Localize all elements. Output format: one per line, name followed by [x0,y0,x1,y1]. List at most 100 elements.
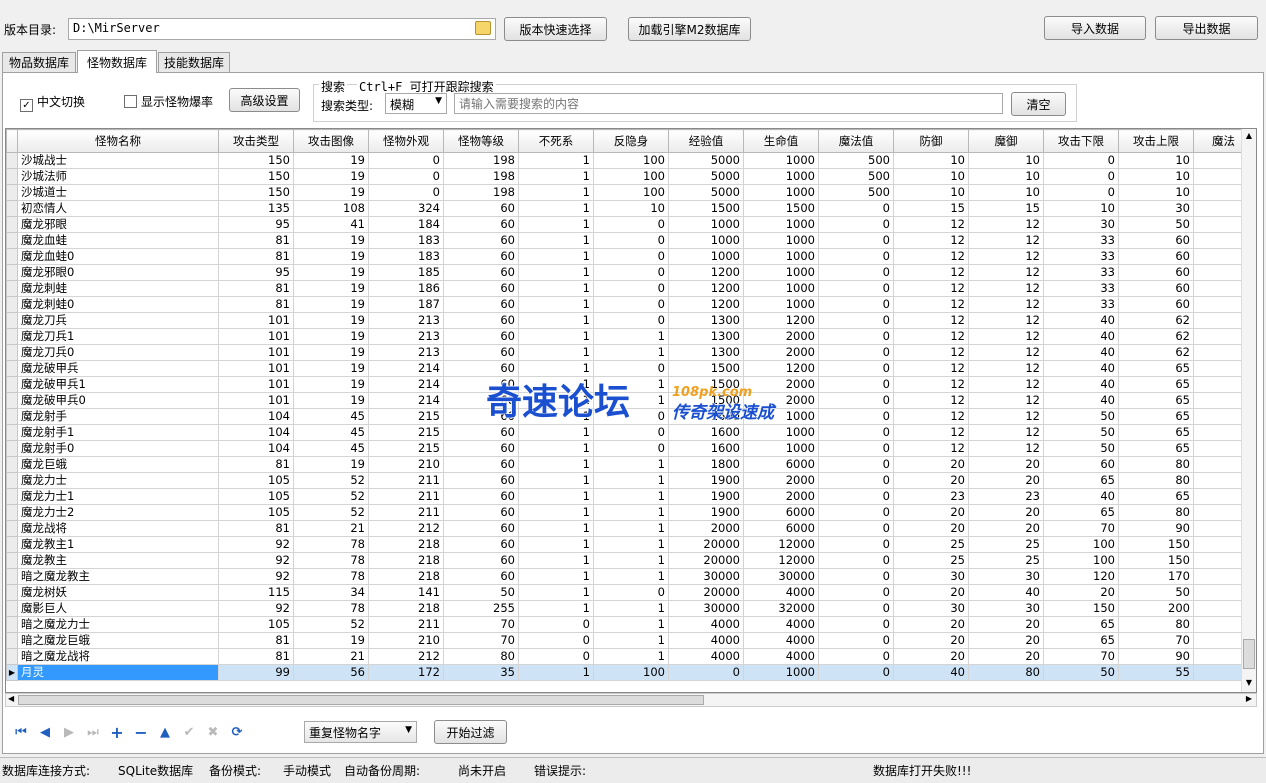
table-cell[interactable]: 30000 [668,568,744,585]
monster-name-cell[interactable]: 魔龙血蛙0 [17,248,219,265]
table-cell[interactable]: 50 [1043,664,1119,681]
table-cell[interactable]: 19 [293,376,369,393]
table-cell[interactable]: 1 [518,376,594,393]
table-cell[interactable]: 1200 [743,360,819,377]
table-cell[interactable]: 1500 [743,200,819,217]
table-cell[interactable]: 0 [368,152,444,169]
table-cell[interactable]: 211 [368,488,444,505]
first-record-icon[interactable]: ⏮ [13,725,29,741]
monster-name-cell[interactable]: 魔龙战将 [17,520,219,537]
table-cell[interactable]: 1 [593,456,669,473]
table-cell[interactable]: 60 [443,552,519,569]
table-cell[interactable]: 21 [293,520,369,537]
table-cell[interactable]: 183 [368,248,444,265]
table-cell[interactable]: 19 [293,184,369,201]
table-cell[interactable]: 81 [218,248,294,265]
post-record-icon[interactable]: ✔ [181,725,197,741]
table-cell[interactable]: 80 [968,664,1044,681]
table-cell[interactable]: 20 [893,472,969,489]
monster-name-cell[interactable]: 初恋情人 [17,200,219,217]
table-cell[interactable]: 1 [518,248,594,265]
table-cell[interactable]: 10 [968,184,1044,201]
table-row[interactable]: 魔龙力士 105 52 211 60 1 1 1900 2000 0 20 20 65 80 [6,472,1254,489]
row-indicator[interactable] [6,584,18,601]
table-cell[interactable]: 55 [1118,664,1194,681]
table-cell[interactable]: 1 [518,152,594,169]
table-cell[interactable]: 0 [818,440,894,457]
table-cell[interactable]: 60 [443,264,519,281]
next-record-icon[interactable]: ▶ [61,725,77,741]
table-cell[interactable]: 184 [368,216,444,233]
table-cell[interactable]: 6000 [743,504,819,521]
table-cell[interactable]: 60 [443,328,519,345]
table-cell[interactable]: 0 [818,472,894,489]
table-cell[interactable]: 0 [818,392,894,409]
table-cell[interactable]: 150 [1043,600,1119,617]
row-indicator[interactable] [6,520,18,537]
table-cell[interactable]: 12 [968,312,1044,329]
table-cell[interactable]: 20 [893,632,969,649]
table-cell[interactable]: 12 [968,360,1044,377]
table-cell[interactable]: 213 [368,344,444,361]
table-cell[interactable]: 0 [593,440,669,457]
table-cell[interactable]: 65 [1118,392,1194,409]
table-cell[interactable]: 30 [893,568,969,585]
import-button[interactable]: 导入数据 [1044,16,1146,40]
table-cell[interactable]: 0 [818,664,894,681]
table-cell[interactable]: 0 [593,264,669,281]
table-cell[interactable]: 12 [968,264,1044,281]
table-cell[interactable]: 0 [818,552,894,569]
table-cell[interactable]: 1 [518,424,594,441]
table-row[interactable]: 魔龙教主 92 78 218 60 1 1 20000 12000 0 25 25 100 150 [6,552,1254,569]
table-cell[interactable]: 56 [293,664,369,681]
table-cell[interactable]: 1 [593,328,669,345]
table-cell[interactable]: 12 [893,280,969,297]
table-cell[interactable]: 0 [818,296,894,313]
table-cell[interactable]: 10 [893,184,969,201]
table-cell[interactable]: 90 [1118,520,1194,537]
table-row[interactable]: 魔龙射手0 104 45 215 60 1 0 1600 1000 0 12 12 50 65 [6,440,1254,457]
table-cell[interactable]: 19 [293,168,369,185]
quick-select-button[interactable]: 版本快速选择 [504,17,607,41]
monster-name-cell[interactable]: 暗之魔龙教主 [17,568,219,585]
table-cell[interactable]: 0 [593,408,669,425]
table-cell[interactable]: 211 [368,616,444,633]
table-cell[interactable]: 30000 [668,600,744,617]
table-cell[interactable]: 1300 [668,344,744,361]
table-cell[interactable]: 60 [443,360,519,377]
table-cell[interactable]: 12 [968,216,1044,233]
table-cell[interactable]: 0 [593,232,669,249]
table-cell[interactable]: 1 [518,664,594,681]
table-cell[interactable]: 81 [218,280,294,297]
row-indicator[interactable] [6,440,18,457]
last-record-icon[interactable]: ⏭ [85,725,101,741]
table-cell[interactable]: 52 [293,616,369,633]
table-cell[interactable]: 19 [293,312,369,329]
table-cell[interactable]: 62 [1118,344,1194,361]
table-cell[interactable]: 19 [293,360,369,377]
table-cell[interactable]: 60 [443,248,519,265]
table-cell[interactable]: 0 [818,312,894,329]
column-header[interactable]: 怪物外观 [368,129,444,153]
search-input[interactable] [454,93,1003,114]
monster-name-cell[interactable]: 魔龙教主1 [17,536,219,553]
table-cell[interactable]: 52 [293,488,369,505]
table-cell[interactable]: 60 [443,280,519,297]
table-cell[interactable]: 12 [893,216,969,233]
table-cell[interactable]: 60 [1118,296,1194,313]
table-cell[interactable]: 10 [968,168,1044,185]
table-cell[interactable]: 40 [1043,392,1119,409]
table-cell[interactable]: 19 [293,344,369,361]
table-cell[interactable]: 0 [818,504,894,521]
table-cell[interactable]: 35 [443,664,519,681]
table-cell[interactable]: 1000 [668,232,744,249]
table-cell[interactable]: 40 [1043,360,1119,377]
table-cell[interactable]: 1000 [743,168,819,185]
table-cell[interactable]: 2000 [743,488,819,505]
column-header[interactable]: 攻击图像 [293,129,369,153]
scroll-up-icon[interactable]: ▲ [1243,131,1255,141]
table-cell[interactable]: 60 [443,472,519,489]
chinese-toggle[interactable]: ✓ 中文切换 [20,93,85,112]
table-cell[interactable]: 0 [818,536,894,553]
table-cell[interactable]: 20 [968,632,1044,649]
